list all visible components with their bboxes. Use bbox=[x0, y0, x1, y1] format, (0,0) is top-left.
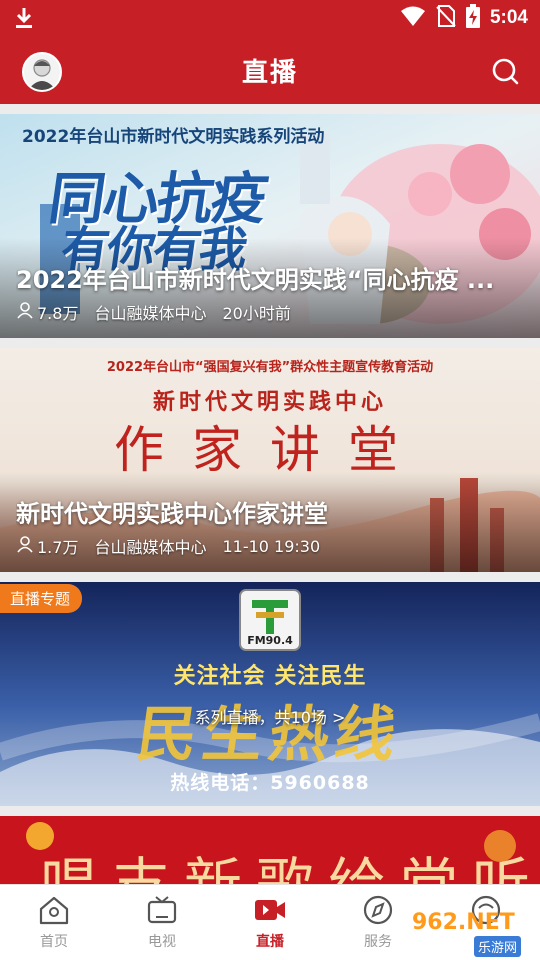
card-1-meta: 7.8万 台山融媒体中心 20小时前 bbox=[16, 300, 291, 324]
card-2-views: 1.7万 bbox=[16, 534, 78, 558]
card-4-banner-main: 唱支新歌给党听 bbox=[40, 838, 540, 884]
card-1-title: 2022年台山市新时代文明实践“同心抗疫 ... bbox=[16, 266, 495, 294]
card-2-meta: 1.7万 台山融媒体中心 11-10 19:30 bbox=[16, 534, 320, 558]
nav-tv[interactable]: 电视 bbox=[122, 895, 202, 951]
wifi-icon bbox=[400, 5, 426, 31]
tv-icon bbox=[122, 895, 202, 925]
live-series-card[interactable]: FM90.4 关注社会 关注民生 民生热线 热线电话：5960688 直播专题 … bbox=[0, 582, 540, 806]
live-card-1[interactable]: 2022年台山市新时代文明实践系列活动 同心抗疫 有你有我 2022年台山市新时… bbox=[0, 114, 540, 338]
nav-tv-label: 电视 bbox=[148, 934, 176, 950]
live-video-icon bbox=[230, 895, 310, 925]
search-icon[interactable] bbox=[490, 56, 520, 86]
app-header: 直播 bbox=[0, 36, 540, 104]
card-1-views: 7.8万 bbox=[16, 300, 78, 324]
series-live-link[interactable]: 系列直播，共10场 > bbox=[0, 704, 540, 728]
watermark-logo: 962.NET 乐游网 bbox=[404, 910, 536, 957]
hotline-number: 热线电话：5960688 bbox=[170, 772, 370, 794]
clock: 5:04 bbox=[489, 7, 528, 28]
home-icon bbox=[14, 895, 94, 925]
nav-live[interactable]: 直播 bbox=[230, 895, 310, 951]
page-title: 直播 bbox=[241, 58, 298, 88]
card-2-views-count: 1.7万 bbox=[37, 538, 79, 557]
card-1-views-count: 7.8万 bbox=[37, 304, 79, 323]
card-2-title: 新时代文明实践中心作家讲堂 bbox=[16, 500, 328, 528]
card-1-source: 台山融媒体中心 bbox=[94, 304, 207, 323]
app-screen: 5:04 直播 2022年台山市新时代文明实践系列活动 同心抗疫 2022年台山… bbox=[0, 0, 540, 960]
nav-live-label: 直播 bbox=[256, 934, 284, 950]
station-logo-text: FM90.4 bbox=[247, 634, 293, 647]
viewer-icon bbox=[16, 535, 34, 557]
nav-home[interactable]: 首页 bbox=[14, 895, 94, 951]
no-sim-icon bbox=[436, 4, 456, 32]
battery-charging-icon bbox=[465, 4, 480, 32]
live-topic-badge: 直播专题 bbox=[0, 584, 83, 613]
viewer-icon bbox=[16, 301, 34, 323]
card-2-source: 台山融媒体中心 bbox=[94, 538, 207, 557]
live-card-4[interactable]: 唱支新歌给党听 bbox=[0, 816, 540, 884]
download-icon bbox=[14, 6, 34, 34]
card-1-time: 20小时前 bbox=[222, 304, 291, 323]
live-card-2[interactable]: 2022年台山市“强国复兴有我”群众性主题宣传教育活动 新时代文明实践中心 作家… bbox=[0, 348, 540, 572]
watermark-brand: 962.NET bbox=[412, 910, 515, 935]
status-bar: 5:04 bbox=[0, 0, 540, 36]
watermark-site: 乐游网 bbox=[474, 936, 522, 957]
card-3-banner-main: 民生热线 bbox=[132, 700, 407, 770]
card-2-banner-heading: 2022年台山市“强国复兴有我”群众性主题宣传教育活动 bbox=[106, 360, 434, 375]
card-1-banner-heading: 2022年台山市新时代文明实践系列活动 bbox=[22, 127, 325, 147]
card-2-time: 11-10 19:30 bbox=[222, 536, 321, 556]
nav-home-label: 首页 bbox=[40, 934, 68, 950]
